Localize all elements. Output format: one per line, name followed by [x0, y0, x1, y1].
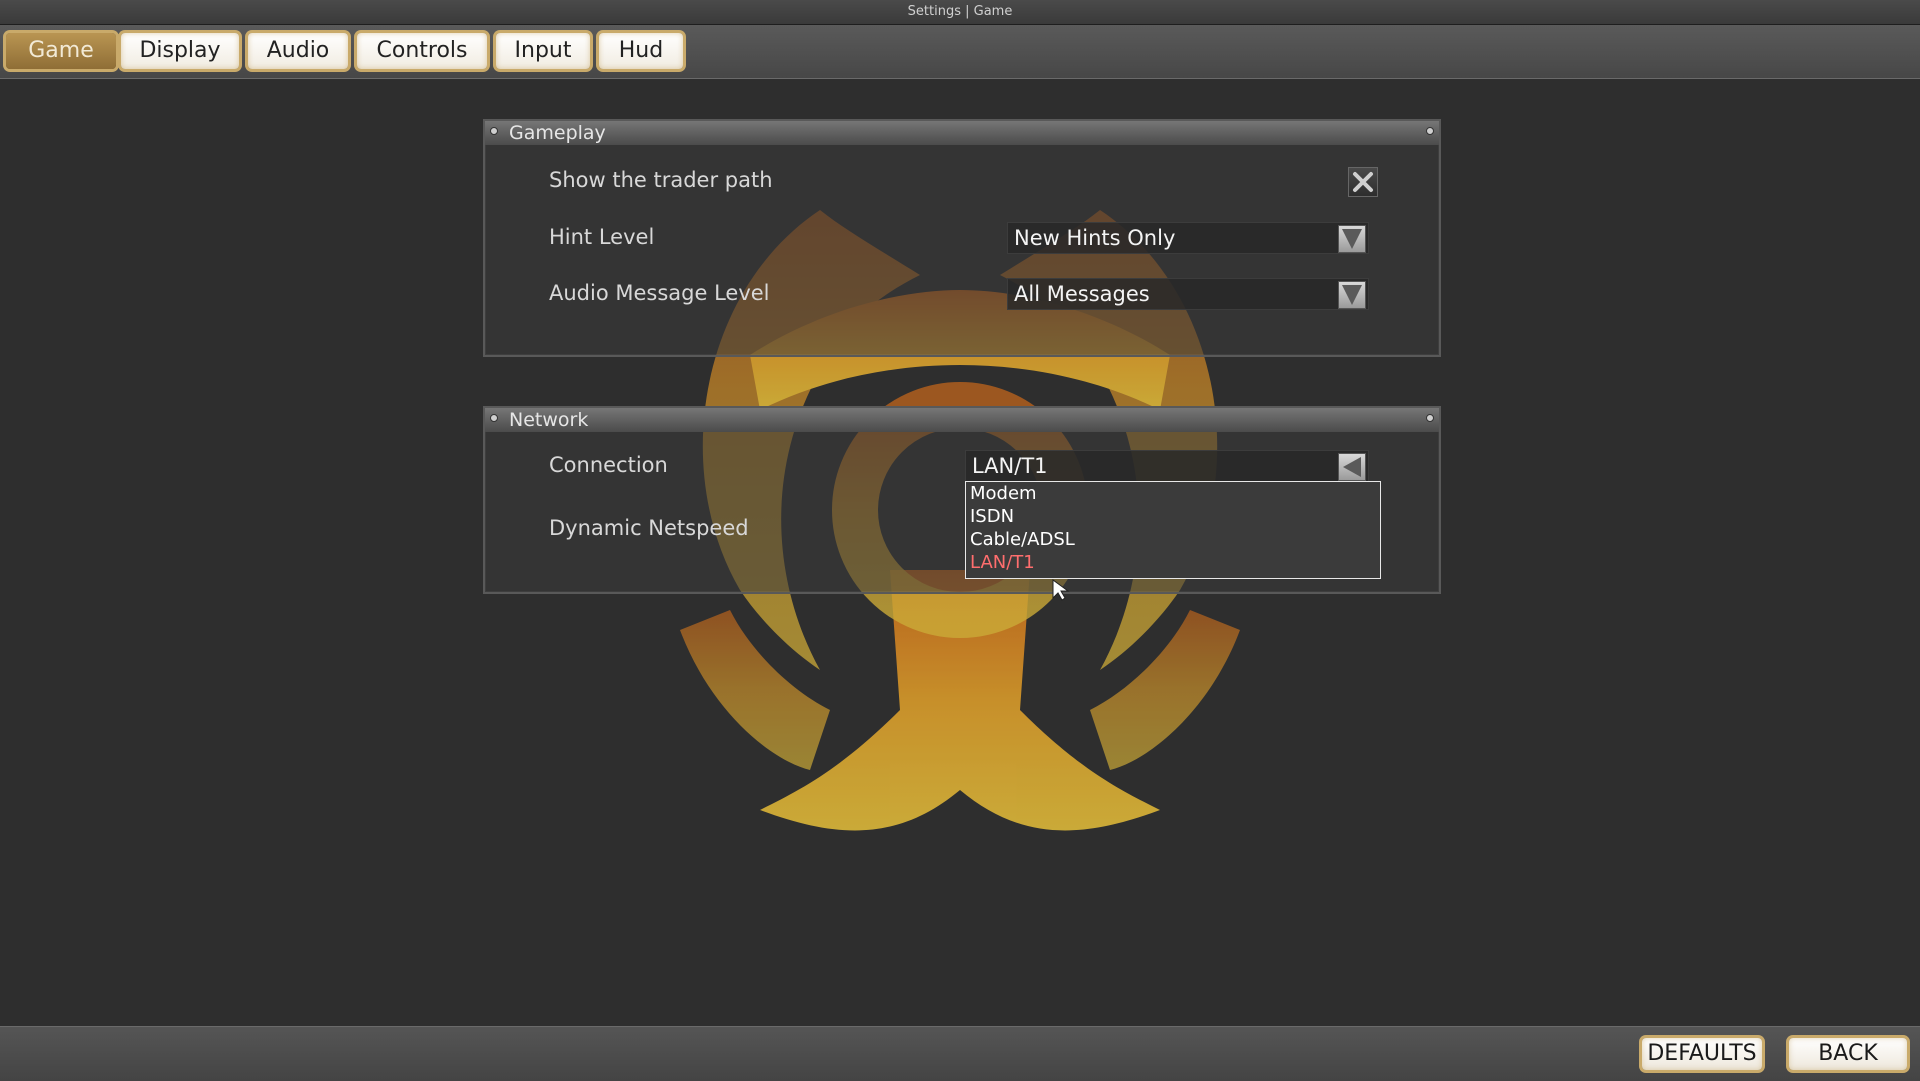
tab-bar: Game Display Audio Controls Input Hud [0, 25, 1920, 79]
tab-input[interactable]: Input [496, 33, 590, 69]
defaults-button[interactable]: DEFAULTS [1642, 1038, 1762, 1070]
hint-level-value: New Hints Only [1014, 226, 1176, 250]
gameplay-panel-title: Gameplay [509, 122, 606, 144]
network-panel-header: Network [485, 408, 1439, 432]
triangle-down-icon[interactable] [1338, 225, 1366, 253]
show-trader-path-label: Show the trader path [549, 168, 773, 192]
x-mark-icon [1353, 172, 1373, 192]
bottom-bar: DEFAULTS BACK [0, 1026, 1920, 1081]
connection-option-cable-adsl[interactable]: Cable/ADSL [966, 528, 1380, 551]
triangle-left-icon[interactable] [1338, 453, 1366, 481]
window-title: Settings | Game [0, 0, 1920, 25]
connection-option-isdn[interactable]: ISDN [966, 505, 1380, 528]
mouse-cursor-icon [1052, 579, 1070, 601]
gameplay-panel: Gameplay Show the trader path Hint Level… [483, 119, 1441, 357]
hint-level-label: Hint Level [549, 225, 655, 249]
tab-hud[interactable]: Hud [599, 33, 683, 69]
collapse-knob-icon [1426, 414, 1434, 422]
tab-controls[interactable]: Controls [357, 33, 487, 69]
connection-option-modem[interactable]: Modem [966, 482, 1380, 505]
connection-dropdown[interactable]: LAN/T1 [965, 450, 1369, 482]
connection-label: Connection [549, 453, 668, 477]
dynamic-netspeed-label: Dynamic Netspeed [549, 516, 749, 540]
collapse-knob-icon [1426, 127, 1434, 135]
connection-options-list: Modem ISDN Cable/ADSL LAN/T1 [965, 481, 1381, 579]
connection-value: LAN/T1 [972, 454, 1048, 478]
back-button[interactable]: BACK [1789, 1038, 1907, 1070]
gameplay-panel-header: Gameplay [485, 121, 1439, 145]
audio-message-level-value: All Messages [1014, 282, 1150, 306]
hint-level-dropdown[interactable]: New Hints Only [1007, 222, 1369, 254]
tab-audio[interactable]: Audio [248, 33, 348, 69]
network-panel-title: Network [509, 409, 589, 431]
collapse-knob-icon [490, 127, 498, 135]
audio-message-level-dropdown[interactable]: All Messages [1007, 278, 1369, 310]
audio-message-level-label: Audio Message Level [549, 281, 770, 305]
triangle-down-icon[interactable] [1338, 281, 1366, 309]
tab-game[interactable]: Game [6, 33, 116, 69]
show-trader-path-checkbox[interactable] [1348, 167, 1378, 197]
connection-option-lan-t1[interactable]: LAN/T1 [966, 551, 1380, 574]
tab-display[interactable]: Display [121, 33, 239, 69]
collapse-knob-icon [490, 414, 498, 422]
